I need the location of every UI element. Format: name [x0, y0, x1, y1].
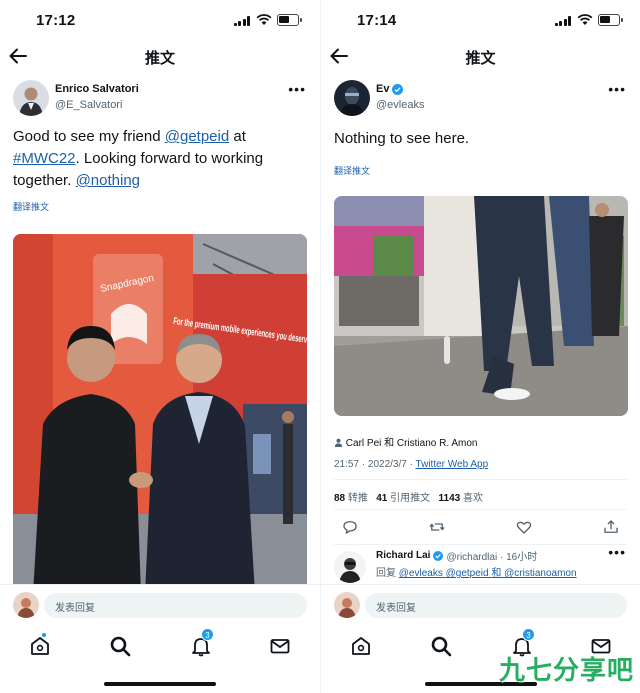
- retweets-count: 88: [334, 493, 346, 504]
- author-avatar[interactable]: [334, 80, 370, 116]
- tweet-text-part: at: [229, 128, 246, 145]
- tweet-actions: [341, 517, 620, 537]
- tab-home[interactable]: [349, 634, 373, 658]
- likes-label: 喜欢: [462, 493, 483, 504]
- tagged-people[interactable]: Carl Pei 和 Cristiano R. Amon: [334, 434, 478, 449]
- mail-icon: [270, 639, 290, 654]
- quotes-stat[interactable]: 41 引用推文: [376, 493, 430, 504]
- page-title: 推文: [144, 50, 175, 67]
- new-content-dot: [41, 632, 47, 638]
- tab-notifications[interactable]: 3: [189, 628, 214, 658]
- home-indicator: [104, 682, 216, 686]
- notification-badge: 3: [522, 628, 535, 641]
- tweet-author: Ev @evleaks •••: [321, 78, 640, 124]
- author-name-text: Ev: [376, 83, 390, 95]
- tagged-people-text: Carl Pei 和 Cristiano R. Amon: [345, 438, 478, 449]
- quotes-count: 41: [376, 493, 388, 504]
- reply-author-avatar[interactable]: [334, 551, 366, 583]
- more-options-icon[interactable]: •••: [288, 82, 306, 96]
- person-icon: [334, 438, 343, 447]
- tweet-author: Enrico Salvatori @E_Salvatori •••: [0, 78, 320, 124]
- cellular-signal-icon: [234, 16, 250, 26]
- user-avatar[interactable]: [13, 592, 39, 618]
- author-handle: @evleaks: [376, 99, 425, 111]
- tweet-text: Nothing to see here.: [334, 130, 470, 147]
- mention-getpeid[interactable]: @getpeid: [165, 128, 229, 145]
- mention-nothing[interactable]: @nothing: [76, 172, 140, 189]
- translate-tweet-link[interactable]: 翻译推文: [321, 164, 640, 177]
- retweet-icon[interactable]: [428, 518, 446, 536]
- author-name[interactable]: Enrico Salvatori: [55, 83, 139, 95]
- reply-item[interactable]: Richard Lai @richardlai · 16小时 ••• 回复 @e…: [321, 545, 640, 585]
- notification-badge: 3: [201, 628, 214, 641]
- like-heart-icon[interactable]: [515, 518, 533, 536]
- search-icon: [431, 636, 452, 657]
- battery-icon: [598, 14, 623, 26]
- more-options-icon[interactable]: •••: [608, 82, 626, 96]
- user-avatar[interactable]: [334, 592, 360, 618]
- status-bar: 17:12: [0, 0, 320, 40]
- reply-to-prefix: 回复: [376, 568, 399, 579]
- likes-count: 1143: [438, 493, 461, 504]
- author-avatar[interactable]: [13, 80, 49, 116]
- tweet-text: Good to see my friend @getpeid at #MWC22…: [0, 126, 320, 192]
- tweet-photo[interactable]: [334, 196, 628, 416]
- tweet-source-link[interactable]: Twitter Web App: [416, 459, 489, 470]
- status-time: 17:14: [357, 12, 397, 29]
- left-screen: 17:12 推文 Enrico Salvatori @E_Salvatori •…: [0, 0, 320, 693]
- quotes-label: 引用推文: [390, 493, 431, 504]
- reply-author: Richard Lai @richardlai · 16小时: [376, 548, 537, 563]
- divider: [334, 509, 627, 510]
- verified-badge-icon: [433, 550, 444, 561]
- tweet-photo[interactable]: Snapdragon For the premium mobile experi…: [13, 234, 307, 594]
- author-name[interactable]: Ev: [376, 83, 404, 95]
- tweet-text-part: Good to see my friend: [13, 128, 165, 145]
- page-title: 推文: [465, 50, 496, 67]
- likes-stat[interactable]: 1143 喜欢: [439, 493, 483, 504]
- tab-messages[interactable]: [268, 634, 292, 658]
- nav-bar: 推文: [0, 40, 320, 74]
- wifi-icon: [577, 14, 593, 25]
- verified-badge-icon: [392, 83, 404, 95]
- timestamp-text: 21:57 · 2022/3/7 ·: [334, 459, 416, 470]
- reply-input[interactable]: 发表回复: [44, 593, 307, 618]
- tab-home[interactable]: [28, 632, 52, 658]
- reply-icon[interactable]: [341, 518, 359, 536]
- status-time: 17:12: [36, 12, 76, 29]
- reply-author-name[interactable]: Richard Lai: [376, 550, 430, 561]
- reply-compose-bar: 发表回复: [0, 584, 320, 626]
- tweet-stats: 88 转推 41 引用推文 1143 喜欢: [334, 489, 483, 504]
- more-options-icon[interactable]: •••: [608, 545, 626, 559]
- wifi-icon: [256, 14, 272, 25]
- bottom-tab-bar: 3: [0, 626, 320, 693]
- hashtag-mwc22[interactable]: #MWC22: [13, 150, 76, 167]
- tab-search[interactable]: [108, 634, 132, 658]
- home-icon: [31, 637, 49, 655]
- retweets-label: 转推: [347, 493, 368, 504]
- share-icon[interactable]: [602, 518, 620, 536]
- reply-handle-time: @richardlai · 16小时: [446, 552, 538, 563]
- tab-search[interactable]: [429, 634, 453, 658]
- divider: [334, 479, 627, 480]
- reply-compose-bar: 发表回复: [321, 584, 640, 626]
- battery-icon: [277, 14, 302, 26]
- translate-tweet-link[interactable]: 翻译推文: [0, 200, 320, 213]
- search-icon: [110, 636, 131, 657]
- author-handle: @E_Salvatori: [55, 99, 123, 111]
- tweet-timestamp: 21:57 · 2022/3/7 · Twitter Web App: [334, 459, 488, 470]
- retweets-stat[interactable]: 88 转推: [334, 493, 368, 504]
- right-screen: 17:14 推文 Ev @evleaks ••• Nothing to see …: [320, 0, 640, 693]
- reply-to-mentions[interactable]: @evleaks @getpeid 和 @cristianoamon: [399, 568, 577, 579]
- home-icon: [352, 637, 370, 655]
- watermark: 九七分享吧: [498, 655, 634, 685]
- reply-to-line: 回复 @evleaks @getpeid 和 @cristianoamon: [376, 564, 577, 579]
- nav-bar: 推文: [321, 40, 640, 74]
- status-bar: 17:14: [321, 0, 640, 40]
- cellular-signal-icon: [555, 16, 571, 26]
- reply-input[interactable]: 发表回复: [365, 593, 627, 618]
